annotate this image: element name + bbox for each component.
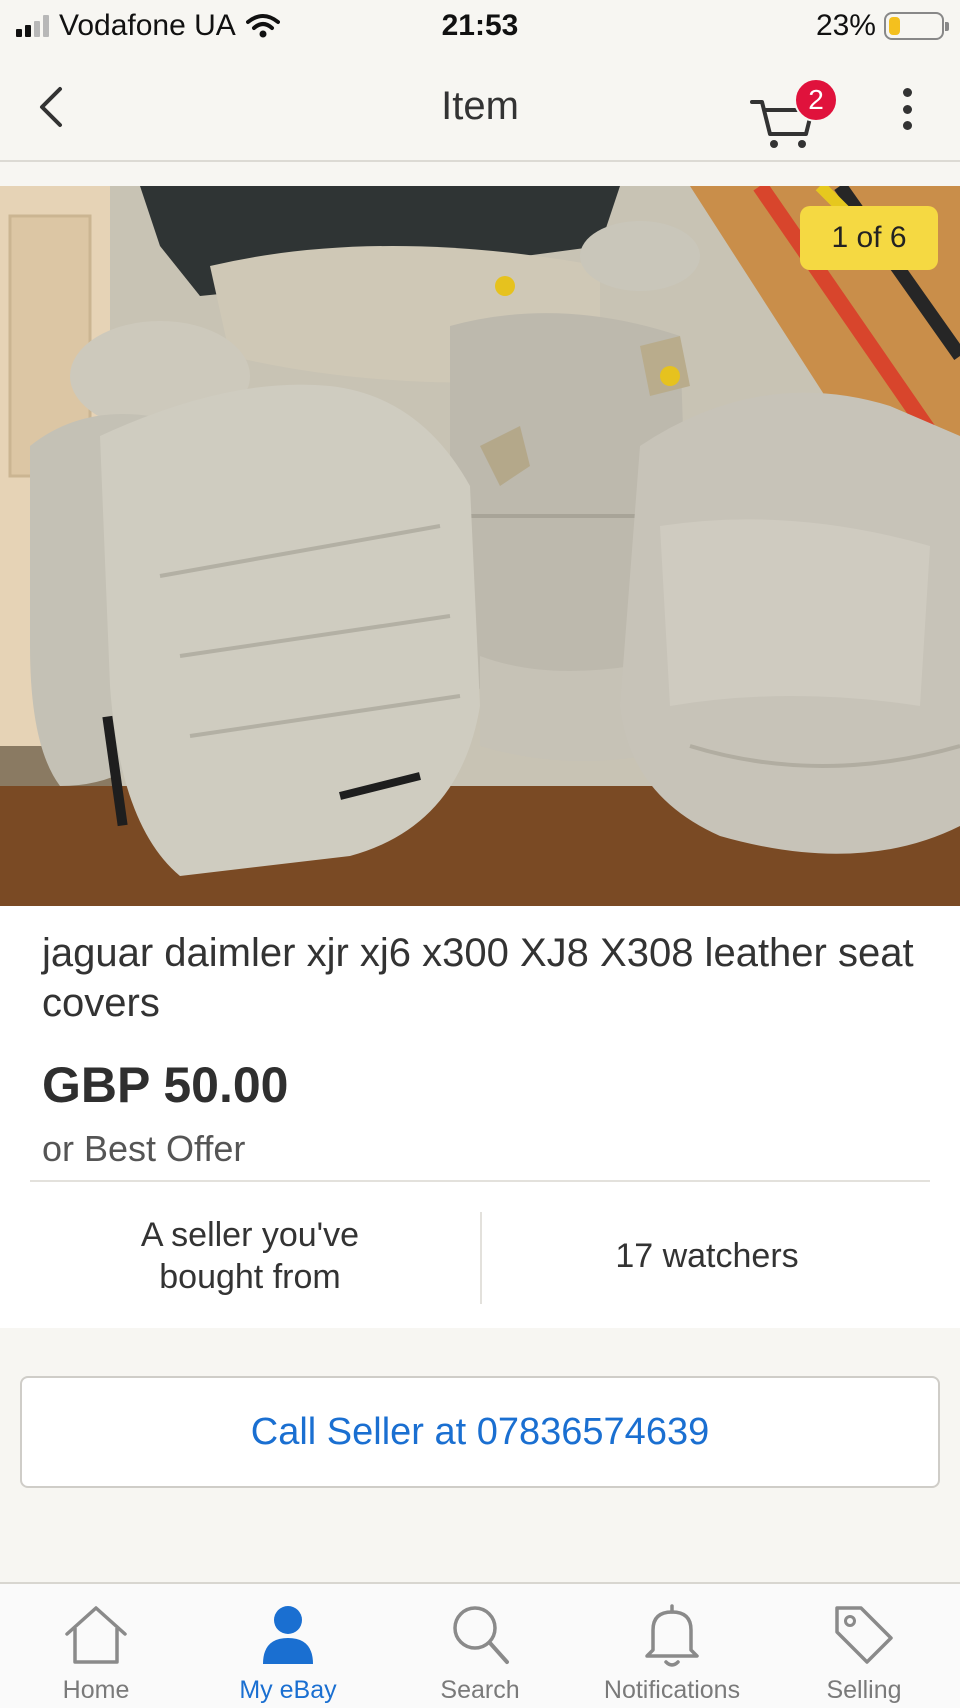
battery-icon (883, 12, 949, 40)
tab-search[interactable]: Search (384, 1584, 576, 1708)
seller-history-note: A seller you've bought from (30, 1212, 470, 1300)
tab-home[interactable]: Home (0, 1584, 192, 1708)
carrier-name: Vodafone UA (59, 9, 236, 42)
tag-icon (835, 1606, 893, 1664)
person-icon (263, 1606, 313, 1664)
call-seller-button[interactable]: Call Seller at 07836574639 (20, 1376, 940, 1488)
battery-percent: 23% (815, 9, 876, 42)
cart-count-badge: 2 (794, 78, 838, 122)
item-price: GBP 50.00 (42, 1057, 289, 1113)
tab-label: Selling (826, 1676, 902, 1704)
watchers-count: 17 watchers (615, 1237, 799, 1275)
bottom-tab-bar: Home My eBay Search Notifications Sellin… (0, 1582, 960, 1708)
tab-label: Notifications (603, 1676, 741, 1704)
cart-button[interactable]: 2 (748, 72, 838, 152)
tab-label: Search (440, 1676, 520, 1704)
wifi-icon (245, 14, 280, 38)
tab-selling[interactable]: Selling (768, 1584, 960, 1708)
more-options-button[interactable] (892, 84, 922, 134)
divider (30, 1180, 930, 1182)
photo-counter-badge: 1 of 6 (800, 206, 938, 270)
battery-level (888, 17, 901, 35)
home-icon (65, 1606, 127, 1664)
seller-history-text: A seller you've bought from (140, 1216, 360, 1296)
status-time: 21:53 (441, 9, 519, 42)
tab-notifications[interactable]: Notifications (576, 1584, 768, 1708)
bell-icon (645, 1604, 699, 1667)
item-photo-image (0, 186, 960, 906)
best-offer-label: or Best Offer (42, 1128, 246, 1169)
tab-my-ebay[interactable]: My eBay (192, 1584, 384, 1708)
tab-label: Home (62, 1676, 130, 1704)
item-title: jaguar daimler xjr xj6 x300 XJ8 X308 lea… (42, 931, 914, 1025)
page-title: Item (441, 83, 519, 128)
search-icon (453, 1606, 509, 1664)
signal-icon (16, 15, 49, 37)
chevron-left-icon (40, 87, 62, 127)
tab-label: My eBay (239, 1676, 337, 1704)
status-bar: Vodafone UA 21:53 23% (0, 0, 960, 52)
status-right: 23% (614, 9, 949, 43)
item-photo[interactable]: 1 of 6 (0, 186, 960, 906)
back-button[interactable] (36, 82, 76, 132)
navigation-bar: Item 2 (0, 52, 960, 162)
status-left: Vodafone UA (16, 9, 346, 43)
item-details: jaguar daimler xjr xj6 x300 XJ8 X308 lea… (0, 906, 960, 1328)
more-vertical-icon (902, 88, 912, 97)
